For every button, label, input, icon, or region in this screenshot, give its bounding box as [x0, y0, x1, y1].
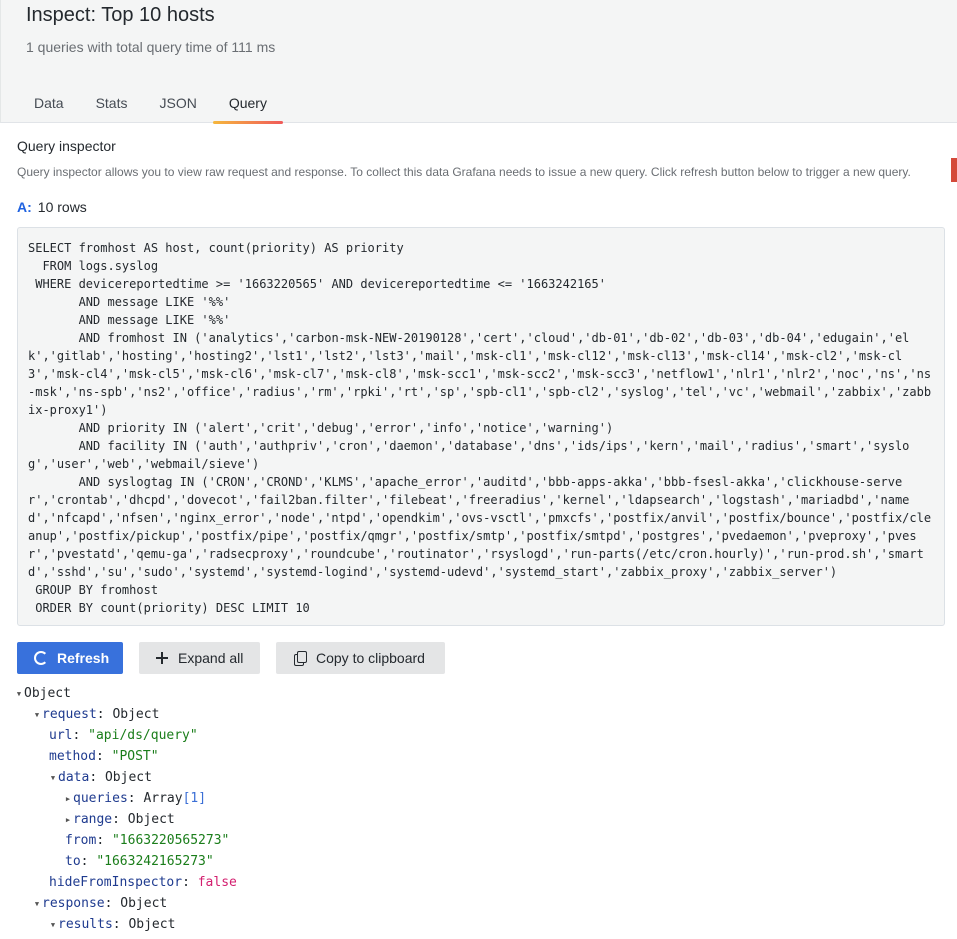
- tree-node-request[interactable]: ▼ request: Object: [14, 704, 237, 725]
- plus-icon: [155, 651, 169, 665]
- refresh-button-label: Refresh: [57, 650, 110, 666]
- page-title: Inspect: Top 10 hosts: [26, 4, 215, 26]
- copy-to-clipboard-button[interactable]: Copy to clipboard: [276, 642, 445, 674]
- tab-data[interactable]: Data: [18, 92, 80, 123]
- caret-right-icon[interactable]: ▶: [63, 789, 73, 810]
- tree-node-from: from: "1663220565273": [65, 833, 230, 848]
- caret-down-icon[interactable]: ▼: [32, 894, 42, 915]
- expand-all-button[interactable]: Expand all: [139, 642, 260, 674]
- tree-node-range[interactable]: ▶ range: Object: [14, 809, 237, 830]
- tab-stats[interactable]: Stats: [80, 92, 144, 123]
- tree-node-response[interactable]: ▼ response: Object: [14, 893, 237, 914]
- tab-json[interactable]: JSON: [143, 92, 212, 123]
- tree-node-url: url: "api/ds/query": [49, 728, 198, 743]
- copy-to-clipboard-label: Copy to clipboard: [316, 650, 425, 666]
- panel-edge-marker: [951, 158, 957, 182]
- caret-down-icon[interactable]: ▼: [32, 705, 42, 726]
- query-inspector-title: Query inspector: [17, 138, 116, 154]
- query-inspector-description: Query inspector allows you to view raw r…: [17, 165, 911, 179]
- tab-query[interactable]: Query: [212, 92, 284, 124]
- rows-count: 10 rows: [37, 199, 87, 215]
- refresh-icon: [34, 651, 48, 665]
- tree-node-data[interactable]: ▼ data: Object: [14, 767, 237, 788]
- page-subtitle: 1 queries with total query time of 111 m…: [26, 39, 276, 55]
- tree-node-hide-from-inspector: hideFromInspector: false: [49, 875, 237, 890]
- caret-down-icon[interactable]: ▼: [14, 684, 24, 705]
- copy-icon: [293, 651, 307, 666]
- tab-bar: Data Stats JSON Query: [18, 92, 284, 124]
- refresh-button[interactable]: Refresh: [17, 642, 123, 674]
- caret-right-icon[interactable]: ▶: [63, 810, 73, 831]
- query-rows-summary: A: 10 rows: [17, 199, 87, 215]
- tree-node-queries[interactable]: ▶ queries: Array[1]: [14, 788, 237, 809]
- inspect-header: Inspect: Top 10 hosts 1 queries with tot…: [0, 0, 957, 124]
- sql-query-text: SELECT fromhost AS host, count(priority)…: [28, 241, 932, 615]
- expand-all-label: Expand all: [178, 650, 244, 666]
- sql-query-box[interactable]: SELECT fromhost AS host, count(priority)…: [17, 227, 945, 626]
- query-ref-label: A:: [17, 199, 32, 215]
- tree-node-method: method: "POST": [49, 749, 159, 764]
- caret-down-icon[interactable]: ▼: [48, 768, 58, 789]
- json-tree: ▼ Object ▼ request: Object url: "api/ds/qu…: [14, 683, 237, 935]
- tree-node-results[interactable]: ▼ results: Object: [14, 914, 237, 935]
- caret-down-icon[interactable]: ▼: [48, 915, 58, 936]
- tree-node-to: to: "1663242165273": [65, 854, 214, 869]
- tree-node-root[interactable]: ▼ Object: [14, 683, 237, 704]
